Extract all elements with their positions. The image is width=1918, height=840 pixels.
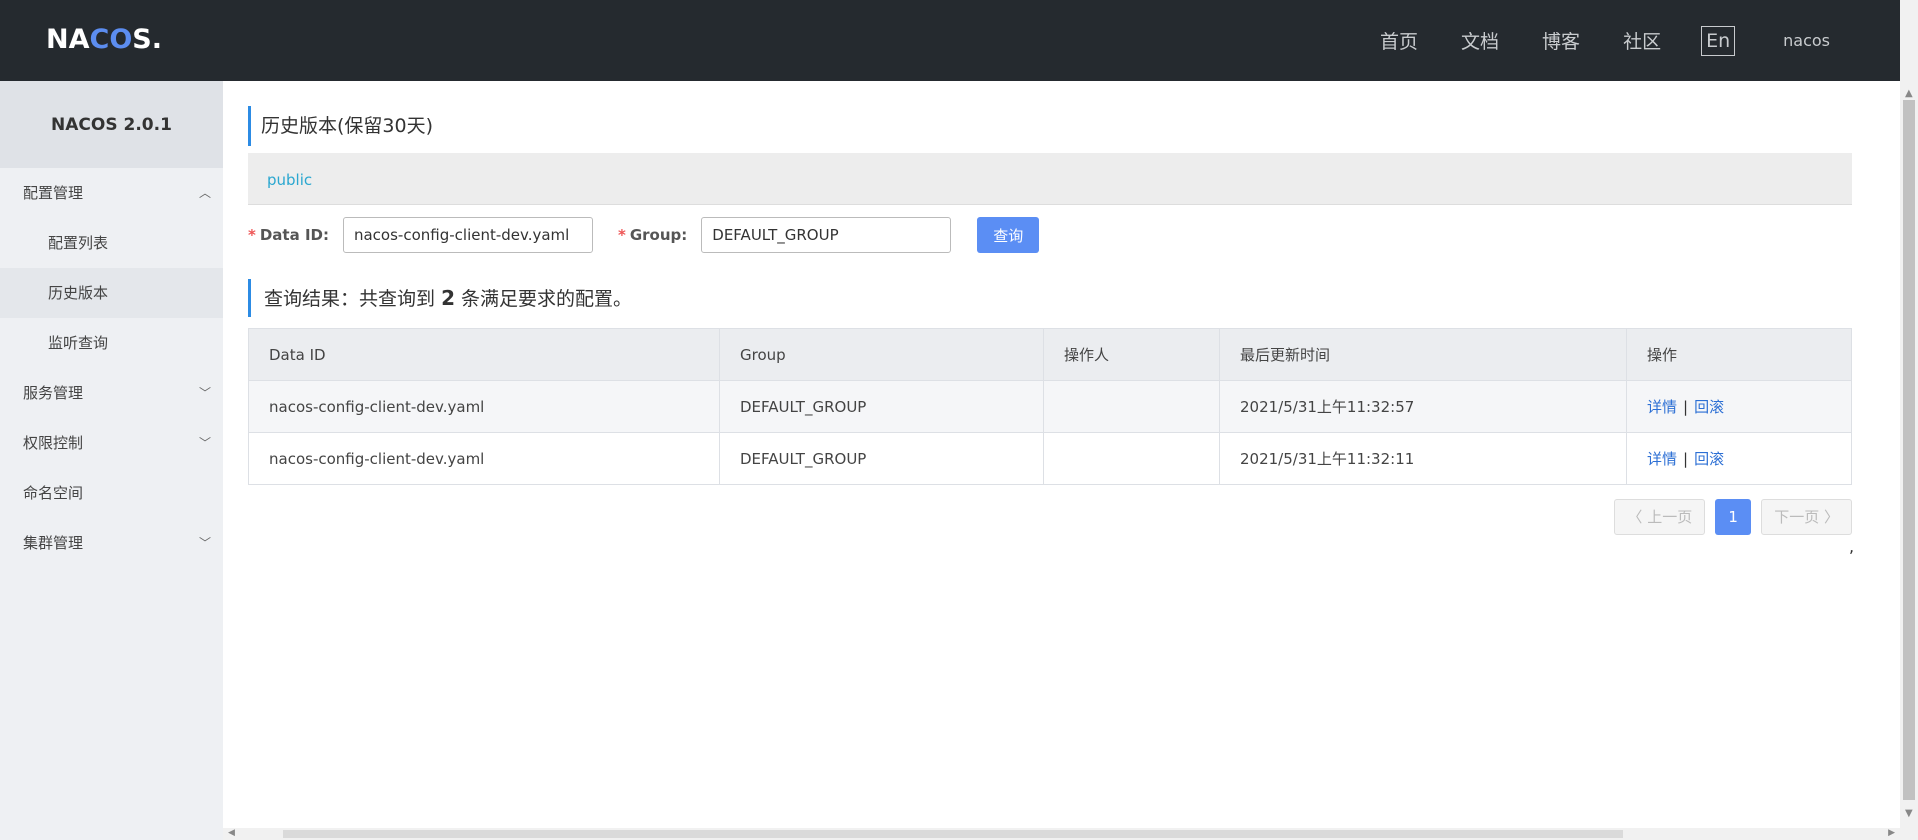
rollback-link[interactable]: 回滚 [1694,398,1724,416]
scroll-down-icon[interactable]: ▼ [1905,808,1913,819]
language-toggle[interactable]: En [1701,25,1736,56]
chevron-up-icon: ︿ [198,186,211,200]
scrollbar-thumb[interactable] [283,830,1623,838]
sidebar-item-label: 命名空间 [23,484,84,502]
scroll-right-icon[interactable]: ▶ [1888,828,1895,838]
dataid-input[interactable] [342,217,593,253]
sidebar-item-config-management[interactable]: 配置管理 ︿ [0,168,223,218]
col-dataid: Data ID [248,328,720,381]
result-count: 2 [441,286,455,310]
nacos-logo[interactable]: NACOS. [46,23,162,55]
sidebar-item-label: 集群管理 [23,534,84,552]
cell-group: DEFAULT_GROUP [719,380,1044,433]
col-group: Group [719,328,1044,381]
pagination: 〈 上一页 1 下一页 〉 [1614,499,1852,535]
sidebar-item-namespace[interactable]: 命名空间 [0,468,223,518]
sidebar-item-cluster-management[interactable]: 集群管理 ﹀ [0,518,223,568]
history-table: Data ID Group 操作人 最后更新时间 操作 nacos-config… [248,328,1852,485]
nav-community[interactable]: 社区 [1623,27,1661,54]
main-content: 历史版本(保留30天) public *Data ID: *Group: 查询 … [223,81,1900,828]
detail-link[interactable]: 详情 [1647,450,1677,468]
sidebar-item-label: 服务管理 [23,384,84,402]
chevron-right-icon: 〉 [1819,508,1839,526]
query-form: *Data ID: *Group: 查询 [248,217,1040,253]
chevron-down-icon: ﹀ [198,536,211,550]
group-input[interactable] [701,217,952,253]
page-number-current[interactable]: 1 [1715,499,1752,535]
cell-dataid: nacos-config-client-dev.yaml [248,432,720,485]
scroll-up-icon[interactable]: ▲ [1905,88,1913,99]
sidebar: NACOS 2.0.1 配置管理 ︿ 配置列表 历史版本 监听查询 服务管理 ﹀… [0,81,223,840]
cell-operator [1043,380,1220,433]
sidebar-brand: NACOS 2.0.1 [0,81,223,168]
nav-blog[interactable]: 博客 [1542,27,1580,54]
nav-home[interactable]: 首页 [1380,27,1418,54]
group-label: * Group: [617,226,688,244]
scrollbar-thumb[interactable] [1903,100,1915,800]
col-last-updated: 最后更新时间 [1219,328,1627,381]
dataid-label: * Data ID: [248,226,329,244]
sidebar-item-label: 历史版本 [48,284,109,302]
sidebar-item-label: 权限控制 [23,434,84,452]
query-button[interactable]: 查询 [977,217,1040,253]
sidebar-item-label: 监听查询 [48,334,109,352]
chevron-left-icon: 〈 [1627,508,1648,526]
cell-operator [1043,432,1220,485]
cell-dataid: nacos-config-client-dev.yaml [248,380,720,433]
detail-link[interactable]: 详情 [1647,398,1677,416]
nav-docs[interactable]: 文档 [1461,27,1499,54]
cell-group: DEFAULT_GROUP [719,432,1044,485]
cell-actions: 详情 | 回滚 [1626,380,1852,433]
namespace-tab-public[interactable]: public [267,171,312,189]
cell-actions: 详情 | 回滚 [1626,432,1852,485]
stray-comma: , [1849,537,1855,556]
scroll-left-icon[interactable]: ◀ [228,828,235,838]
table-row: nacos-config-client-dev.yaml DEFAULT_GRO… [248,380,1852,433]
sidebar-item-history[interactable]: 历史版本 [0,268,223,318]
user-menu[interactable]: nacos [1783,31,1830,50]
horizontal-scrollbar[interactable]: ◀ ▶ [223,828,1900,840]
page-title: 历史版本(保留30天) [248,106,433,146]
rollback-link[interactable]: 回滚 [1694,450,1724,468]
col-actions: 操作 [1626,328,1852,381]
sidebar-item-listener-query[interactable]: 监听查询 [0,318,223,368]
namespace-bar: public [248,153,1852,205]
cell-time: 2021/5/31上午11:32:11 [1219,432,1627,485]
col-operator: 操作人 [1043,328,1220,381]
next-page-button[interactable]: 下一页 〉 [1761,499,1852,535]
sidebar-item-config-list[interactable]: 配置列表 [0,218,223,268]
chevron-down-icon: ﹀ [198,386,211,400]
logo-text: NACOS. [46,23,162,55]
result-summary: 查询结果：共查询到 2 条满足要求的配置。 [248,279,632,317]
page-vertical-scrollbar[interactable]: ▲ ▼ [1900,0,1918,840]
sidebar-item-label: 配置管理 [23,184,84,202]
top-header: NACOS. 首页 文档 博客 社区 En nacos [0,0,1900,81]
sidebar-item-service-management[interactable]: 服务管理 ﹀ [0,368,223,418]
sidebar-item-access-control[interactable]: 权限控制 ﹀ [0,418,223,468]
top-nav: 首页 文档 博客 社区 En nacos [1337,0,1830,81]
cell-time: 2021/5/31上午11:32:57 [1219,380,1627,433]
sidebar-item-label: 配置列表 [48,234,109,252]
chevron-down-icon: ﹀ [198,436,211,450]
prev-page-button[interactable]: 〈 上一页 [1614,499,1706,535]
table-row: nacos-config-client-dev.yaml DEFAULT_GRO… [248,432,1852,485]
